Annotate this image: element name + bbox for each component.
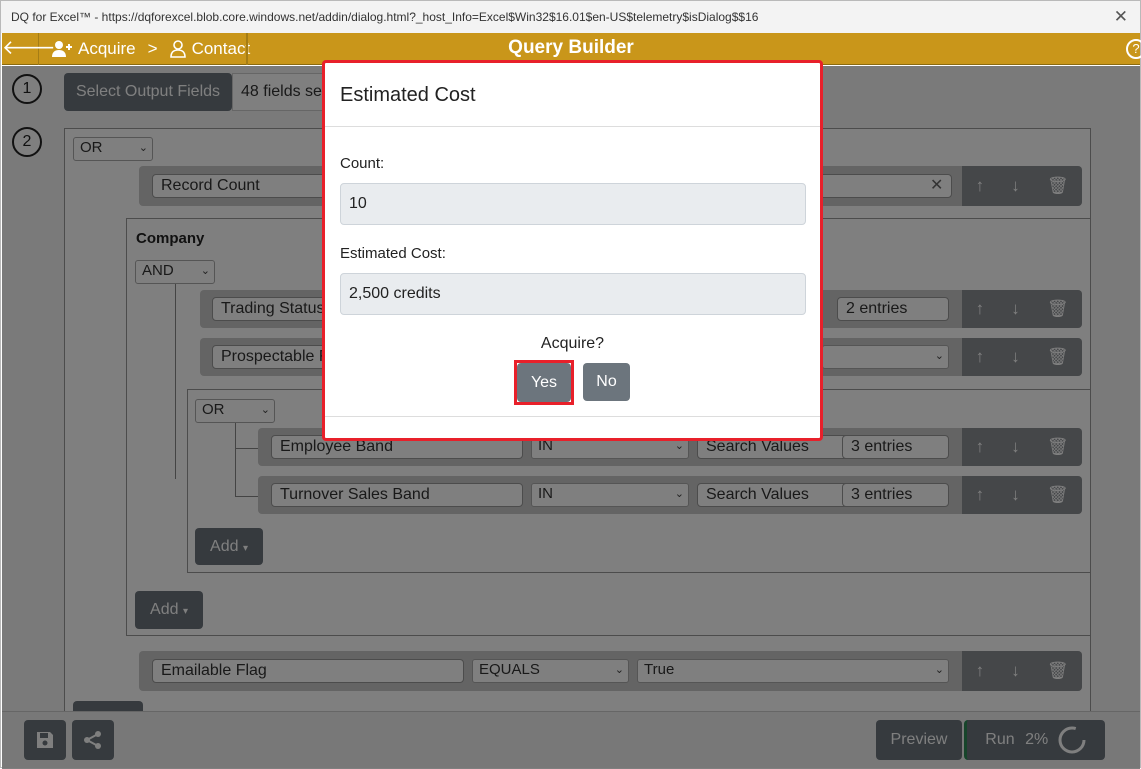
estimated-cost-modal: Estimated Cost Count: 10 Estimated Cost:… <box>322 60 823 441</box>
yes-button[interactable]: Yes <box>517 363 571 402</box>
no-button[interactable]: No <box>583 363 630 401</box>
close-icon[interactable]: ✕ <box>1114 7 1128 27</box>
modal-divider <box>325 126 820 127</box>
modal-title: Estimated Cost <box>340 84 476 106</box>
acquire-question: Acquire? <box>540 335 605 352</box>
estimated-cost-label: Estimated Cost: <box>340 245 446 262</box>
estimated-cost-field: 2,500 credits <box>340 273 806 315</box>
page-title: Query Builder <box>508 37 634 58</box>
modal-footer-divider <box>325 416 820 417</box>
count-field: 10 <box>340 183 806 225</box>
help-icon[interactable]: ? <box>1126 39 1141 59</box>
dialog-window: DQ for Excel™ - https://dqforexcel.blob.… <box>0 0 1141 769</box>
count-label: Count: <box>340 155 385 172</box>
window-title: DQ for Excel™ - https://dqforexcel.blob.… <box>11 10 759 24</box>
window-titlebar: DQ for Excel™ - https://dqforexcel.blob.… <box>1 1 1140 33</box>
